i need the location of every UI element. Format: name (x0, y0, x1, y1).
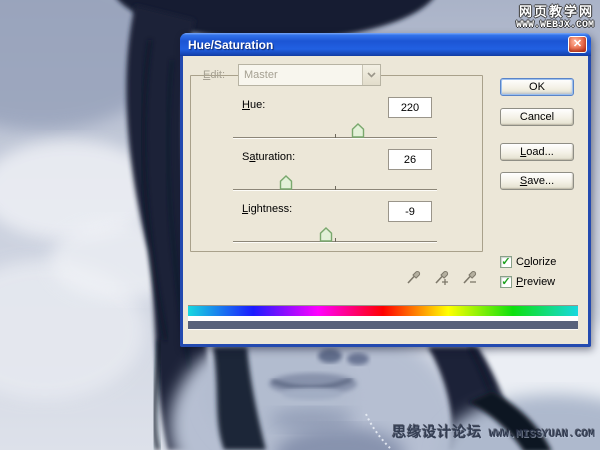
lightness-label: Lightness: (242, 203, 293, 215)
saturation-slider-thumb[interactable] (279, 175, 293, 190)
eyedropper-plus-icon (435, 271, 449, 285)
dialog-title: Hue/Saturation (188, 37, 274, 52)
save-button[interactable]: Save... (500, 172, 574, 190)
edit-dropdown: Master (238, 64, 381, 86)
hue-label: Hue: (242, 99, 266, 111)
dialog-titlebar[interactable]: Hue/Saturation ✕ (180, 33, 591, 56)
eyedropper-group (405, 266, 479, 286)
dialog-body: Edit: Master Hue: Satur (183, 56, 588, 344)
cancel-button[interactable]: Cancel (500, 108, 574, 126)
slider-center-tick (335, 238, 336, 242)
dropdown-arrow-button (362, 65, 380, 85)
screenshot: 网页教学网 WWW.WEBJX.COM 思缘设计论坛 WWW.MISSYUAN.… (0, 0, 600, 450)
adjustment-groupbox (190, 75, 483, 252)
load-button[interactable]: Load... (500, 143, 574, 161)
hue-slider-track[interactable] (233, 123, 437, 139)
colorize-checkbox[interactable]: ✓ Colorize (500, 256, 556, 268)
ok-button[interactable]: OK (500, 78, 574, 96)
lightness-input[interactable] (388, 201, 432, 222)
check-icon: ✓ (501, 256, 511, 268)
hue-spectrum-bar (188, 305, 578, 316)
eyedropper-icon (407, 271, 421, 284)
preview-checkbox[interactable]: ✓ Preview (500, 276, 555, 288)
slider-center-tick (335, 134, 336, 138)
colorized-result-bar (188, 321, 578, 330)
hue-slider-thumb[interactable] (351, 123, 364, 138)
watermark-webjx: 网页教学网 WWW.WEBJX.COM (515, 4, 594, 31)
close-button[interactable]: ✕ (568, 36, 587, 53)
chevron-down-icon (367, 72, 376, 78)
edit-dropdown-value: Master (244, 69, 278, 81)
watermark-webjx-name: 网页教学网 (518, 4, 594, 19)
lightness-slider-thumb[interactable] (319, 227, 333, 242)
watermark-missyuan-url: WWW.MISSYUAN.COM (489, 429, 595, 441)
checkbox-box: ✓ (500, 256, 512, 268)
watermark-missyuan: 思缘设计论坛 WWW.MISSYUAN.COM (392, 422, 595, 442)
saturation-input[interactable] (388, 149, 432, 170)
watermark-webjx-url: WWW.WEBJX.COM (515, 19, 594, 31)
saturation-slider-track[interactable] (233, 175, 437, 191)
slider-center-tick (335, 186, 336, 190)
edit-label: Edit: (203, 69, 226, 81)
check-icon: ✓ (501, 276, 511, 288)
saturation-label: Saturation: (242, 151, 296, 163)
preview-label: Preview (516, 276, 556, 288)
colorize-label: Colorize (516, 256, 557, 268)
lightness-slider-track[interactable] (233, 227, 437, 243)
close-icon: ✕ (572, 38, 583, 50)
hue-saturation-dialog: Hue/Saturation ✕ Edit: Master Hue: 220 S… (180, 33, 591, 347)
hue-input[interactable] (388, 97, 432, 118)
checkbox-box: ✓ (500, 276, 512, 288)
eyedropper-minus-icon (463, 271, 477, 284)
watermark-missyuan-name: 思缘设计论坛 (392, 424, 483, 440)
